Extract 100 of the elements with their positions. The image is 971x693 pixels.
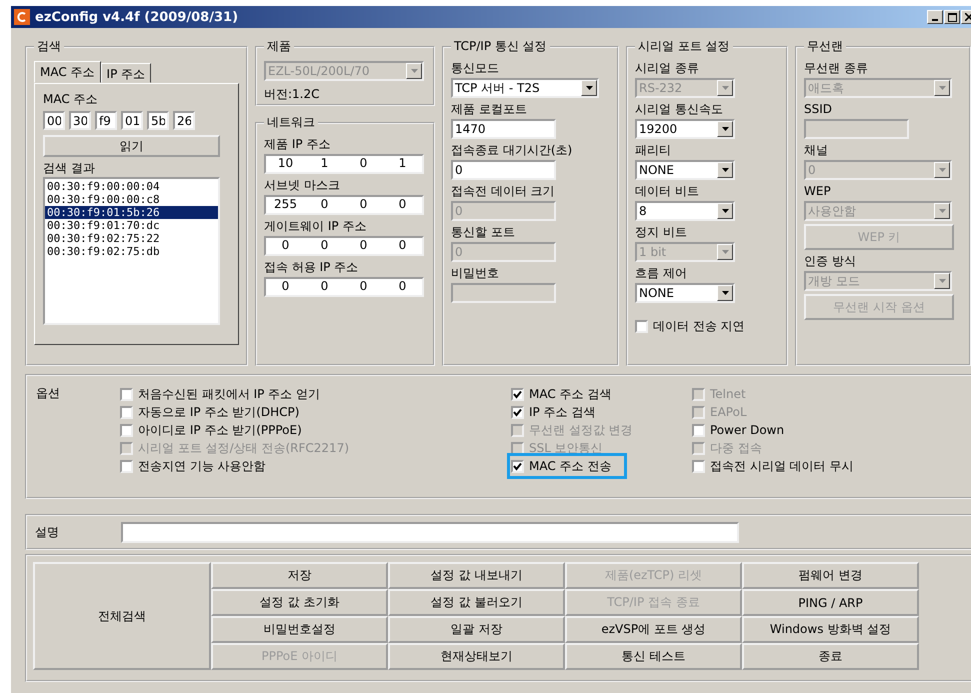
checkbox[interactable] (511, 388, 524, 400)
dropdown[interactable]: TCP 서버 - T2S (451, 78, 599, 98)
push-button[interactable]: Windows 방화벽 설정 (742, 616, 919, 643)
description-field[interactable] (121, 522, 739, 542)
push-button[interactable]: 설정 값 초기화 (211, 589, 388, 616)
field-label: 제품 IP 주소 (264, 136, 332, 153)
field-label: SSID (804, 101, 834, 118)
close-icon (965, 13, 971, 21)
field-label: 데이터 비트 (635, 183, 700, 200)
ip-address-field[interactable]: 0 0 0 0 (264, 277, 424, 297)
field-label: WEP (804, 183, 832, 200)
list-item[interactable]: 00:30:f9:01:5b:26 (45, 206, 218, 219)
push-button[interactable]: 설정 값 내보내기 (388, 562, 565, 589)
field-label: 검색 결과 (43, 160, 96, 177)
checkbox-label: 자동으로 IP 주소 받기(DHCP) (138, 404, 300, 420)
list-item[interactable]: 00:30:f9:02:75:22 (45, 232, 218, 245)
list-item[interactable]: 00:30:f9:00:00:04 (45, 180, 218, 193)
group-title: 무선랜 (806, 38, 844, 55)
field-label: 인증 방식 (804, 253, 857, 270)
dropdown[interactable]: NONE (635, 283, 735, 303)
checkbox-label: 무선랜 설정값 변경 (529, 422, 633, 438)
list-item[interactable]: 00:30:f9:00:00:c8 (45, 193, 218, 206)
maximize-button[interactable] (944, 10, 960, 24)
field-label: 게이트웨이 IP 주소 (264, 218, 368, 235)
group-title: 네트워크 (266, 114, 316, 131)
group-title: 제품 (266, 38, 292, 55)
version-text: 버전:1.2C (264, 86, 321, 103)
checkbox[interactable] (120, 388, 133, 400)
field-label: 제품 로컬포트 (451, 101, 528, 118)
maximize-icon (948, 12, 956, 22)
checkbox-label: 데이터 전송 지연 (653, 318, 745, 334)
options-label: 옵션 (36, 385, 61, 402)
mac-byte-field[interactable]: f9 (95, 111, 117, 130)
field-label: 패리티 (635, 142, 672, 159)
field-label: 통신할 포트 (451, 224, 516, 241)
checkbox-label: 접속전 시리얼 데이터 무시 (710, 458, 854, 474)
group-title: 시리얼 포트 설정 (637, 38, 731, 55)
checkbox-label: MAC 주소 전송 (529, 458, 612, 474)
checkbox-label: 다중 접속 (710, 440, 762, 456)
push-button[interactable]: 종료 (742, 643, 919, 670)
read-button[interactable]: 읽기 (43, 135, 220, 157)
group-title: 검색 (36, 38, 62, 55)
tab[interactable]: IP 주소 (100, 63, 152, 83)
group-title: TCP/IP 통신 설정 (453, 38, 548, 55)
ip-address-field[interactable]: 10 1 0 1 (264, 154, 424, 174)
dropdown[interactable]: NONE (635, 160, 735, 180)
field-label: 서브넷 마스크 (264, 177, 341, 194)
app-icon (14, 9, 30, 25)
list-item[interactable]: 00:30:f9:02:75:db (45, 245, 218, 258)
checkbox[interactable] (692, 424, 705, 436)
checkbox[interactable] (120, 424, 133, 436)
checkbox-label: Power Down (710, 423, 784, 437)
checkbox-label: MAC 주소 검색 (529, 386, 612, 402)
checkbox-label: IP 주소 검색 (529, 404, 596, 420)
list-item[interactable]: 00:30:f9:01:70:dc (45, 219, 218, 232)
push-button[interactable]: 비밀번호설정 (211, 616, 388, 643)
checkbox[interactable] (692, 460, 705, 472)
field-label: 채널 (804, 142, 829, 159)
mac-byte-field[interactable]: 01 (121, 111, 143, 130)
push-button[interactable]: 저장 (211, 562, 388, 589)
field-label: 통신모드 (451, 60, 500, 77)
push-button[interactable]: 펌웨어 변경 (742, 562, 919, 589)
field-label: 시리얼 종류 (635, 60, 700, 77)
dropdown[interactable]: 8 (635, 201, 735, 221)
push-button[interactable]: 현재상태보기 (388, 643, 565, 670)
text-field[interactable]: 0 (451, 160, 556, 180)
field-label: 비밀번호 (451, 265, 500, 282)
field-label: MAC 주소 (43, 91, 99, 108)
tab[interactable]: MAC 주소 (34, 61, 101, 83)
window-title: ezConfig v4.4f (2009/08/31) (35, 10, 238, 24)
field-label: 접속전 데이터 크기 (451, 183, 556, 200)
description-label: 설명 (35, 524, 60, 540)
push-button[interactable]: 일괄 저장 (388, 616, 565, 643)
checkbox-label: 처음수신된 패킷에서 IP 주소 얻기 (138, 386, 320, 402)
checkbox[interactable] (120, 460, 133, 472)
field-label: 시리얼 통신속도 (635, 101, 724, 118)
minimize-button[interactable] (927, 10, 943, 24)
field-label: 접속 허용 IP 주소 (264, 259, 360, 276)
checkbox-label: 전송지연 기능 사용안함 (138, 458, 266, 474)
field-label: 흐름 제어 (635, 265, 688, 282)
text-field[interactable]: 1470 (451, 119, 556, 139)
push-button[interactable]: 설정 값 불러오기 (388, 589, 565, 616)
checkbox-label: 아이디로 IP 주소 받기(PPPoE) (138, 422, 302, 438)
checkbox[interactable] (120, 406, 133, 418)
checkbox-label: Telnet (710, 387, 746, 401)
checkbox-label: EAPoL (710, 405, 747, 419)
ip-address-field[interactable]: 255 0 0 0 (264, 195, 424, 215)
checkbox[interactable] (635, 320, 648, 332)
field-label: 정지 비트 (635, 224, 688, 241)
checkbox-label: 시리얼 포트 설정/상태 전송(RFC2217) (138, 440, 350, 456)
field-label: 무선랜 종류 (804, 60, 869, 77)
ip-address-field[interactable]: 0 0 0 0 (264, 236, 424, 256)
field-label: 접속종료 대기시간(초) (451, 142, 574, 159)
push-button[interactable]: PING / ARP (742, 589, 919, 616)
push-button[interactable]: ezVSP에 포트 생성 (565, 616, 742, 643)
checkbox[interactable] (511, 460, 524, 472)
push-button[interactable]: 통신 테스트 (565, 643, 742, 670)
search-all-button[interactable]: 전체검색 (33, 562, 211, 670)
checkbox[interactable] (511, 406, 524, 418)
dropdown[interactable]: 19200 (635, 119, 735, 139)
